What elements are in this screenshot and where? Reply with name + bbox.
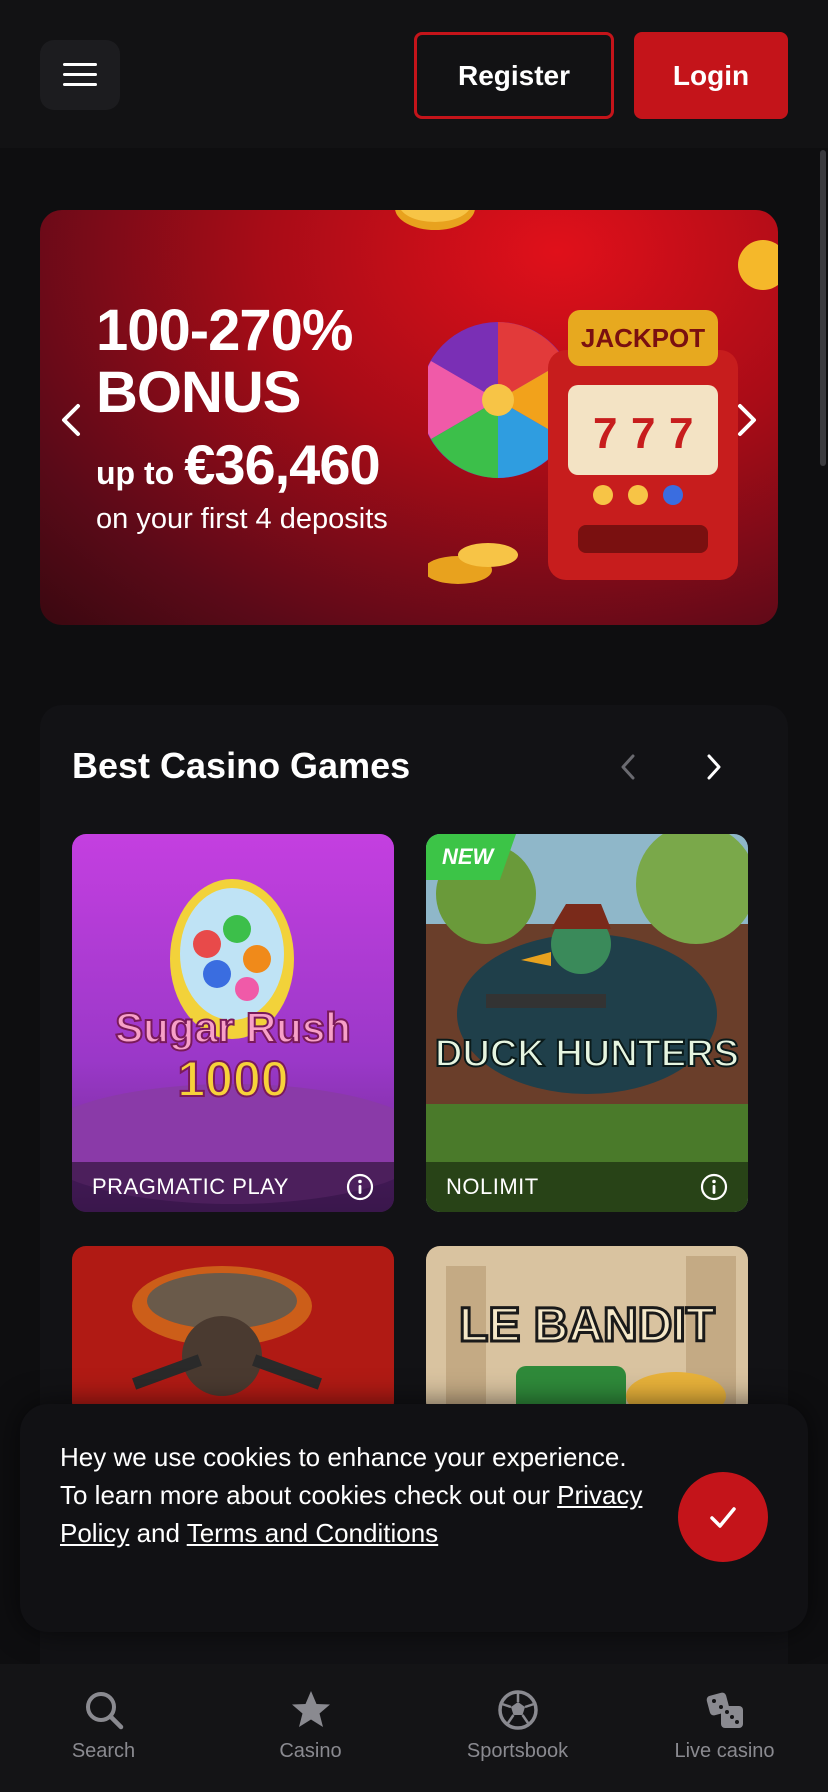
game-card-sugar-rush[interactable]: Sugar Rush 1000 PRAGMATIC PLAY	[72, 834, 394, 1212]
nav-item-search[interactable]: Search	[0, 1664, 207, 1792]
jackpot-label: JACKPOT	[581, 323, 705, 353]
nav-item-casino[interactable]: Casino	[207, 1664, 414, 1792]
nav-label: Casino	[279, 1740, 342, 1762]
banner-upto: up to	[96, 455, 175, 491]
search-icon	[85, 1692, 123, 1730]
game-provider: NOLIMIT	[446, 1174, 539, 1199]
provider-bar: PRAGMATIC PLAY	[72, 1162, 394, 1212]
cookie-and: and	[129, 1518, 187, 1548]
banner-amount-line: up to €36,460	[96, 432, 388, 497]
banner-subtitle: on your first 4 deposits	[96, 503, 388, 535]
terms-link[interactable]: Terms and Conditions	[187, 1518, 438, 1548]
game-thumbnail	[72, 1246, 394, 1416]
game-title: LE BANDIT	[459, 1299, 715, 1352]
banner-headline-bonus: BONUS	[96, 360, 301, 425]
cookie-text: Hey we use cookies to enhance your exper…	[60, 1442, 627, 1510]
nav-label: Sportsbook	[466, 1740, 569, 1762]
dice-icon	[706, 1692, 743, 1728]
nav-label: Live casino	[674, 1740, 775, 1762]
nav-item-sportsbook[interactable]: Sportsbook	[414, 1664, 621, 1792]
hamburger-menu-button[interactable]	[40, 40, 120, 110]
cookie-message: Hey we use cookies to enhance your exper…	[60, 1438, 660, 1552]
game-card-duck-hunters[interactable]: DUCK HUNTERS NEW NOLIMIT	[426, 834, 748, 1212]
banner-prev-arrow[interactable]	[52, 400, 92, 440]
star-icon	[291, 1691, 330, 1727]
nav-label: Search	[71, 1740, 136, 1762]
games-next-arrow[interactable]	[698, 752, 728, 782]
slot-machine-illustration: JACKPOT 7 7 7	[428, 310, 738, 584]
game-card-le-bandit[interactable]: LE BANDIT	[426, 1246, 748, 1416]
svg-text:7: 7	[631, 409, 655, 458]
provider-bar: NOLIMIT	[426, 1162, 748, 1212]
cookie-consent-banner: Hey we use cookies to enhance your exper…	[20, 1404, 808, 1632]
coin-icon	[395, 210, 475, 230]
svg-text:7: 7	[593, 409, 617, 458]
info-icon[interactable]	[346, 1173, 374, 1201]
cookie-accept-button[interactable]	[678, 1472, 768, 1562]
promo-banner[interactable]: 100-270% BONUS up to €36,460 on your fir…	[40, 210, 778, 625]
login-button[interactable]: Login	[634, 32, 788, 119]
game-thumbnail: DUCK HUNTERS	[426, 834, 748, 1212]
coin-icon	[738, 240, 778, 290]
svg-text:7: 7	[669, 409, 693, 458]
info-icon[interactable]	[700, 1173, 728, 1201]
game-thumbnail: LE BANDIT	[426, 1246, 748, 1416]
banner-headline-percent: 100-270%	[96, 298, 353, 363]
game-provider: PRAGMATIC PLAY	[92, 1174, 289, 1199]
svg-text:1000: 1000	[177, 1051, 288, 1107]
section-title: Best Casino Games	[72, 745, 411, 786]
banner-text: 100-270% BONUS up to €36,460 on your fir…	[96, 300, 388, 536]
banner-amount: €36,460	[184, 433, 380, 496]
bottom-navigation: Search Casino Sportsbook Live casino	[0, 1664, 828, 1792]
soccer-ball-icon	[497, 1690, 538, 1730]
banner-next-arrow[interactable]	[726, 400, 766, 440]
svg-text:Sugar Rush: Sugar Rush	[115, 1004, 351, 1051]
games-prev-arrow[interactable]	[614, 752, 644, 782]
checkmark-icon	[710, 1507, 736, 1528]
menu-icon	[63, 63, 97, 87]
nav-item-live-casino[interactable]: Live casino	[621, 1664, 828, 1792]
game-thumbnail: Sugar Rush 1000	[72, 834, 394, 1212]
top-bar: Register Login	[0, 0, 828, 148]
register-button[interactable]: Register	[414, 32, 614, 119]
game-card-gunslinger[interactable]	[72, 1246, 394, 1416]
game-title: DUCK HUNTERS	[435, 1033, 739, 1075]
page-scrollbar[interactable]	[820, 150, 826, 466]
